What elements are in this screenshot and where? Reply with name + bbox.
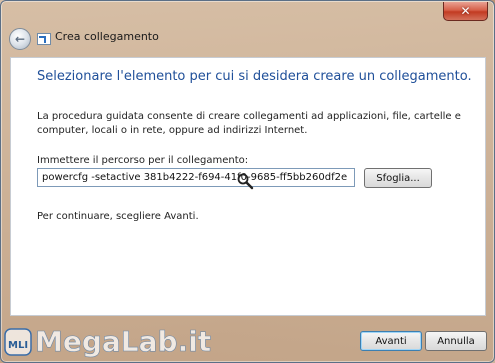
wizard-heading: Selezionare l'elemento per cui si deside…	[37, 69, 472, 84]
watermark-logo: MegaLab.it	[35, 325, 211, 358]
back-arrow-icon: ←	[14, 32, 26, 46]
close-button[interactable]: ✕	[443, 2, 488, 21]
create-shortcut-window: ✕ ← Crea collegamento Selezionare l'elem…	[0, 0, 495, 363]
path-input[interactable]: powercfg -setactive 381b4222-f694-41f0-9…	[37, 168, 355, 187]
cancel-button-label: Annulla	[437, 335, 475, 347]
watermark-badge: MLI	[8, 340, 28, 351]
cancel-button[interactable]: Annulla	[425, 331, 487, 351]
magnifier-cursor-icon	[237, 173, 254, 190]
next-button-label: Avanti	[375, 335, 407, 347]
wizard-content: Selezionare l'elemento per cui si deside…	[10, 57, 486, 316]
megalab-watermark: MLI MegaLab.it	[4, 325, 212, 358]
shortcut-icon	[37, 33, 51, 45]
next-button[interactable]: Avanti	[360, 331, 422, 351]
wizard-description: La procedura guidata consente di creare …	[37, 111, 461, 136]
browse-button[interactable]: Sfoglia...	[364, 168, 432, 188]
path-label: Immettere il percorso per il collegament…	[37, 155, 249, 166]
close-icon: ✕	[460, 4, 471, 18]
window-title: Crea collegamento	[55, 30, 159, 43]
browse-button-label: Sfoglia...	[376, 172, 420, 184]
continue-hint: Per continuare, scegliere Avanti.	[37, 211, 199, 222]
back-button[interactable]: ←	[9, 28, 31, 50]
